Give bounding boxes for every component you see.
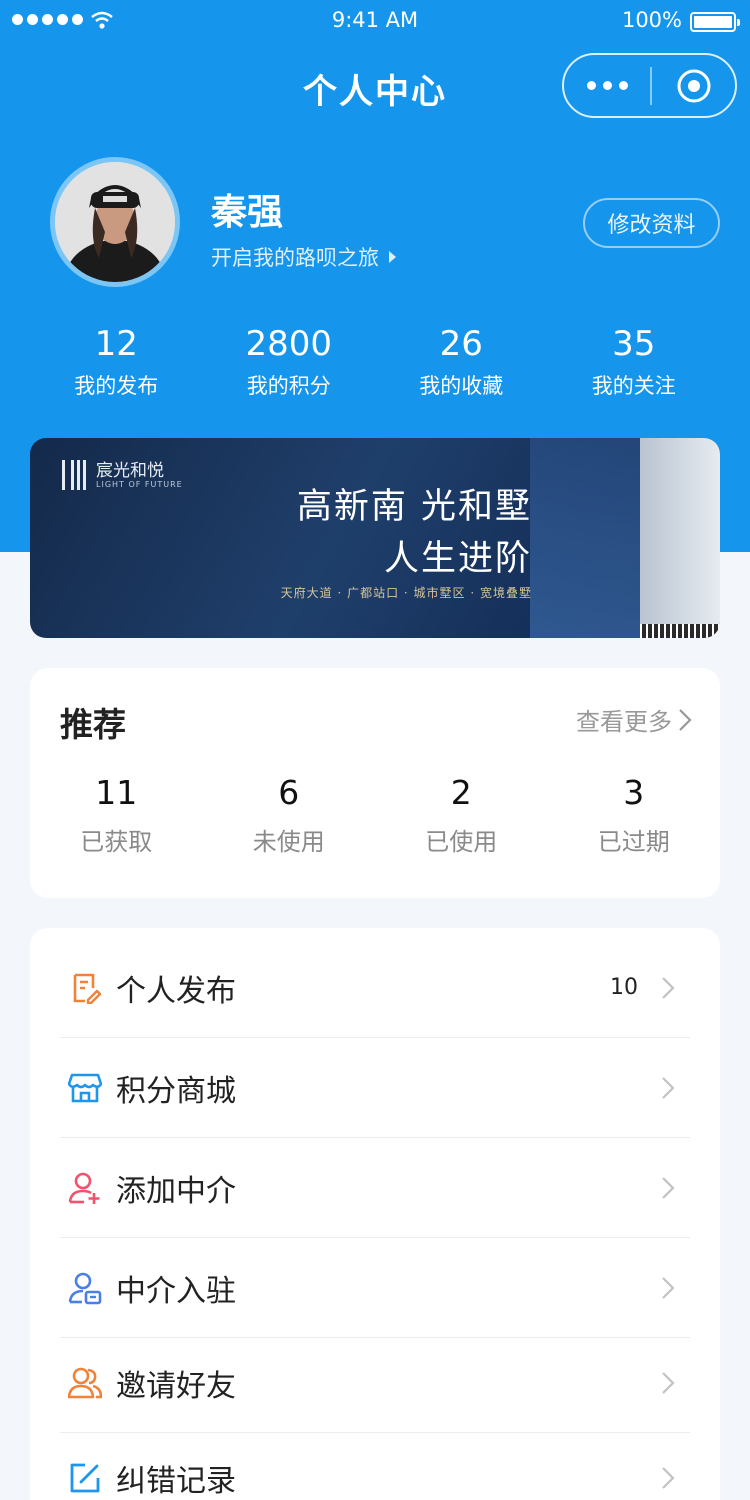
chevron-right-icon (662, 1276, 675, 1299)
banner-subline: 天府大道 · 广都站口 · 城市墅区 · 宽境叠墅 (280, 586, 532, 600)
recommend-unused[interactable]: 6 未使用 (203, 768, 376, 857)
banner-decoration (530, 438, 640, 638)
stat-value: 12 (94, 324, 138, 364)
stat-label: 我的积分 (246, 374, 331, 398)
view-more-link[interactable]: 查看更多 (576, 702, 692, 737)
recommend-label: 未使用 (252, 828, 325, 856)
banner-logo-name: 宸光和悦 (96, 460, 164, 481)
status-bar: 9:41 AM 100% (0, 0, 750, 44)
friends-icon (68, 1366, 102, 1400)
store-icon (68, 1071, 102, 1105)
stat-points[interactable]: 2800 我的积分 (203, 322, 376, 400)
view-more-label: 查看更多 (576, 708, 672, 736)
recommend-label: 已过期 (597, 828, 670, 856)
add-user-icon (68, 1171, 102, 1205)
banner-logo-en: LIGHT OF FUTURE (96, 479, 183, 489)
battery-icon (690, 12, 740, 32)
close-button[interactable] (652, 55, 735, 116)
agent-icon (68, 1271, 102, 1305)
chevron-right-icon (662, 1467, 675, 1489)
triangle-right-icon (389, 251, 396, 263)
slogan-text: 开启我的路呗之旅 (211, 246, 379, 270)
banner-logo: 宸光和悦 LIGHT OF FUTURE (62, 460, 183, 490)
username: 秦强 (211, 192, 284, 233)
recommend-label: 已获取 (80, 828, 153, 856)
menu-item-count: 10 (610, 975, 638, 1000)
menu-item-correction-records[interactable]: 纠错记录 (60, 1428, 690, 1500)
banner-headline-2: 人生进阶 (383, 539, 532, 579)
recommend-card: 推荐 查看更多 11 已获取 6 未使用 2 已使用 3 已过期 (30, 668, 720, 898)
menu-item-add-agent[interactable]: 添加中介 (60, 1138, 690, 1238)
menu-item-invite-friends[interactable]: 邀请好友 (60, 1333, 690, 1433)
recommend-value: 2 (450, 773, 472, 812)
recommend-value: 6 (278, 773, 300, 812)
target-close-icon (677, 69, 710, 102)
menu-item-label: 个人发布 (116, 973, 236, 1009)
edit-document-icon (68, 971, 102, 1005)
menu-item-personal-publish[interactable]: 个人发布 10 (60, 938, 690, 1038)
stat-publish[interactable]: 12 我的发布 (30, 322, 203, 400)
menu-item-agent-join[interactable]: 中介入驻 (60, 1238, 690, 1338)
recommend-stats: 11 已获取 6 未使用 2 已使用 3 已过期 (30, 768, 720, 857)
recommend-title: 推荐 (60, 705, 126, 744)
chevron-right-icon (679, 708, 692, 731)
recommend-expired[interactable]: 3 已过期 (548, 768, 721, 857)
profile-stats: 12 我的发布 2800 我的积分 26 我的收藏 35 我的关注 (30, 322, 720, 400)
more-button[interactable] (564, 55, 650, 116)
menu-item-label: 中介入驻 (116, 1273, 236, 1309)
more-dots-icon (586, 81, 596, 90)
stat-favorites[interactable]: 26 我的收藏 (375, 322, 548, 400)
avatar[interactable] (50, 157, 180, 287)
stat-following[interactable]: 35 我的关注 (548, 322, 721, 400)
menu-card: 个人发布 10 积分商城 添加中介 中介入驻 邀请好友 纠错记录 (30, 928, 720, 1500)
menu-item-label: 邀请好友 (116, 1368, 236, 1404)
chevron-right-icon (662, 976, 675, 999)
avatar-image (55, 162, 175, 282)
menu-item-points-mall[interactable]: 积分商城 (60, 1038, 690, 1138)
chevron-right-icon (662, 1076, 675, 1099)
recommend-value: 11 (95, 773, 138, 812)
stat-value: 26 (439, 324, 483, 364)
correction-icon (68, 1461, 102, 1495)
recommend-obtained[interactable]: 11 已获取 (30, 768, 203, 857)
menu-item-label: 添加中介 (116, 1173, 236, 1209)
stat-value: 2800 (245, 324, 333, 364)
recommend-used[interactable]: 2 已使用 (375, 768, 548, 857)
menu-item-label: 纠错记录 (116, 1464, 236, 1499)
profile-slogan-link[interactable]: 开启我的路呗之旅 (211, 242, 396, 272)
promo-banner[interactable]: 宸光和悦 LIGHT OF FUTURE 高新南 光和墅 人生进阶 天府大道 ·… (30, 438, 720, 638)
banner-headline-1: 高新南 光和墅 (296, 487, 532, 527)
brand-logo-icon (62, 460, 86, 490)
mini-program-capsule (562, 53, 737, 118)
chevron-right-icon (662, 1371, 675, 1394)
banner-building-image (640, 438, 720, 638)
menu-item-label: 积分商城 (116, 1073, 236, 1109)
recommend-value: 3 (623, 773, 645, 812)
stat-label: 我的收藏 (419, 374, 504, 398)
stat-label: 我的发布 (74, 374, 159, 398)
edit-profile-button[interactable]: 修改资料 (583, 198, 720, 248)
chevron-right-icon (662, 1176, 675, 1199)
battery-percent: 100% (621, 8, 682, 32)
stat-label: 我的关注 (591, 374, 676, 398)
stat-value: 35 (612, 324, 656, 364)
recommend-label: 已使用 (425, 828, 498, 856)
